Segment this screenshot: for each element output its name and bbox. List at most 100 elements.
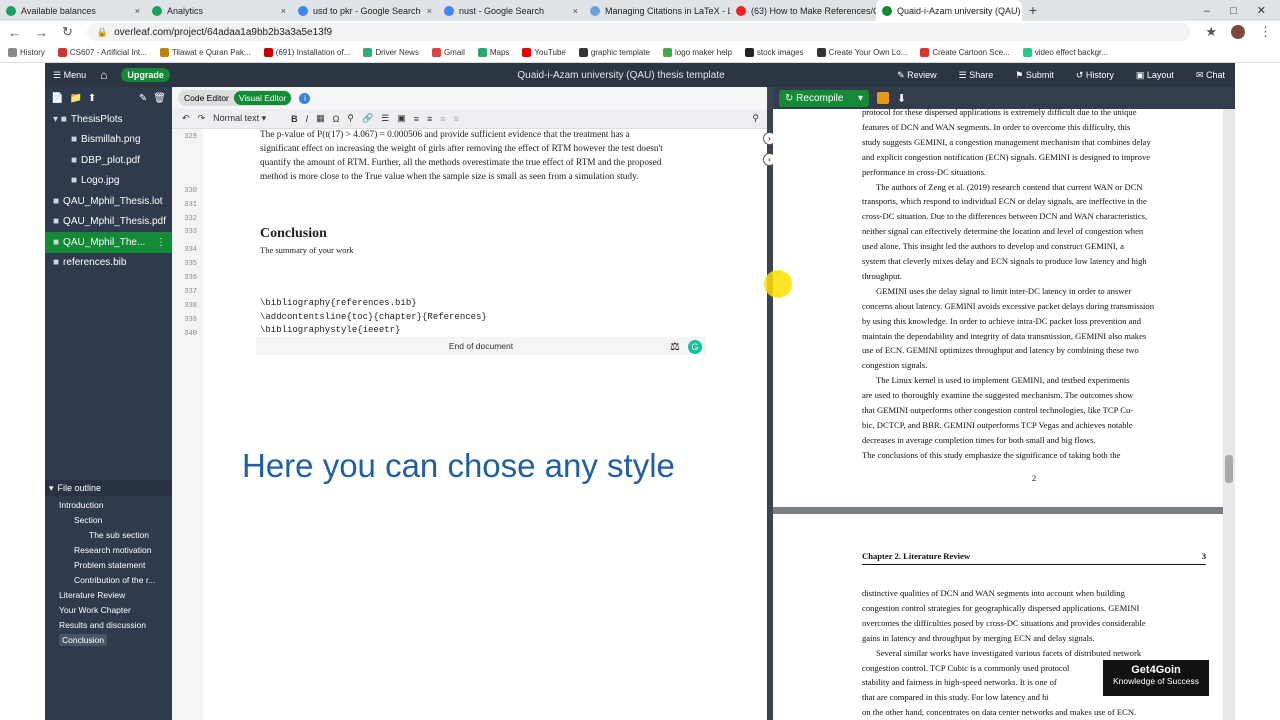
file-tree-item[interactable]: ▾ ■ ThesisPlots xyxy=(45,109,172,130)
outline-item[interactable]: Introduction xyxy=(45,498,172,513)
project-title[interactable]: Quaid-i-Azam university (QAU) thesis tem… xyxy=(345,70,897,81)
outline-item[interactable]: Your Work Chapter xyxy=(45,603,172,618)
profile-avatar[interactable] xyxy=(1231,25,1245,39)
close-window-icon[interactable]: ✕ xyxy=(1257,4,1266,17)
close-tab-icon[interactable]: × xyxy=(573,6,578,16)
new-folder-icon[interactable]: 📁 xyxy=(69,93,81,104)
extensions-icon[interactable]: ★ xyxy=(1205,24,1217,40)
numbered-list-icon[interactable]: ≡ xyxy=(427,114,432,124)
grammarly-icon[interactable]: G xyxy=(688,340,702,354)
scales-icon[interactable]: ⚖ xyxy=(670,340,680,353)
new-file-icon[interactable]: 📄 xyxy=(51,93,63,104)
bookmark-item[interactable]: Maps xyxy=(477,48,509,58)
bookmark-item[interactable]: CS607 - Artificial Int... xyxy=(57,48,147,58)
conclusion-summary[interactable]: The summary of your work xyxy=(260,245,353,255)
bookmark-item[interactable]: stock images xyxy=(744,48,804,58)
upgrade-button[interactable]: Upgrade xyxy=(121,68,170,82)
bookmark-item[interactable]: History xyxy=(8,48,45,58)
minimize-icon[interactable]: – xyxy=(1204,5,1210,17)
file-tree-item[interactable]: ■ Bismillah.png xyxy=(45,130,172,151)
maximize-icon[interactable]: □ xyxy=(1230,5,1237,17)
file-tree-item[interactable]: ■ QAU_Mphil_Thesis.lot xyxy=(45,191,172,212)
ref-icon[interactable]: ☰ xyxy=(381,113,389,124)
bookmark-item[interactable]: graphic template xyxy=(578,48,650,58)
close-tab-icon[interactable]: × xyxy=(135,6,140,16)
outline-item[interactable]: Literature Review xyxy=(45,588,172,603)
topbar-review-button[interactable]: ✎ Review xyxy=(897,70,937,81)
pdf-scrollbar[interactable] xyxy=(1223,109,1235,720)
file-options-icon[interactable]: ⋮ xyxy=(156,237,172,248)
logs-icon[interactable] xyxy=(877,92,889,104)
redo-icon[interactable]: ↷ xyxy=(198,113,206,124)
file-tree-item[interactable]: ■ DBP_plot.pdf xyxy=(45,150,172,171)
bookmark-item[interactable]: Driver News xyxy=(363,48,419,58)
outline-item[interactable]: Conclusion xyxy=(45,633,172,648)
symbol-icon[interactable]: Ω xyxy=(333,114,340,124)
topbar-layout-button[interactable]: ▣ Layout xyxy=(1136,70,1174,81)
undo-icon[interactable]: ↶ xyxy=(182,113,190,124)
visual-editor-toggle[interactable]: Visual Editor xyxy=(233,91,292,105)
bookmark-item[interactable]: video effect backgr... xyxy=(1022,48,1108,58)
insert-table-icon[interactable]: ▦ xyxy=(316,113,325,124)
pdf-viewer[interactable]: 2 protocol for these dispersed applicati… xyxy=(773,109,1235,720)
browser-tab[interactable]: Quaid-i-Azam university (QAU)× xyxy=(876,0,1022,21)
file-tree-item[interactable]: ■ references.bib xyxy=(45,253,172,274)
topbar-chat-button[interactable]: ✉ Chat xyxy=(1196,70,1225,81)
info-icon[interactable]: i xyxy=(299,92,311,104)
home-icon[interactable]: ⌂ xyxy=(100,68,107,82)
outline-item[interactable]: Section xyxy=(45,513,172,528)
file-outline-header[interactable]: ▾ File outline xyxy=(45,480,172,496)
bookmark-item[interactable]: (691) Installation of... xyxy=(263,48,350,58)
outdent-icon[interactable]: ≡ xyxy=(440,114,445,124)
italic-icon[interactable]: I xyxy=(306,114,309,124)
bullet-list-icon[interactable]: ≡ xyxy=(414,114,419,124)
close-tab-icon[interactable]: × xyxy=(427,6,432,16)
indent-icon[interactable]: ≡ xyxy=(454,114,459,124)
link-icon[interactable]: 🔗 xyxy=(362,113,373,124)
file-tree-item[interactable]: ■ QAU_Mphil_The... ⋮ xyxy=(45,232,172,253)
new-tab-icon[interactable]: + xyxy=(1022,0,1044,21)
bookmark-item[interactable]: Create Cartoon Sce... xyxy=(920,48,1010,58)
forward-icon[interactable]: → xyxy=(35,25,48,40)
file-tree-item[interactable]: ■ Logo.jpg xyxy=(45,171,172,192)
reload-icon[interactable]: ↻ xyxy=(62,24,73,40)
url-field[interactable]: 🔒 overleaf.com/project/64adaa1a9bb2b3a3a… xyxy=(86,23,1192,41)
conclusion-heading[interactable]: Conclusion xyxy=(260,226,327,242)
topbar-history-button[interactable]: ↺ History xyxy=(1076,70,1114,81)
bookmark-item[interactable]: Tilawat e Quran Pak... xyxy=(159,48,251,58)
download-pdf-icon[interactable]: ⬇ xyxy=(897,92,906,105)
browser-tab[interactable]: Analytics × xyxy=(146,0,292,21)
file-tree-item[interactable]: ■ QAU_Mphil_Thesis.pdf xyxy=(45,212,172,233)
outline-item[interactable]: Research motivation xyxy=(45,543,172,558)
browser-tab[interactable]: nust - Google Search × xyxy=(438,0,584,21)
bookmark-item[interactable]: YouTube xyxy=(522,48,566,58)
code-editor-toggle[interactable]: Code Editor xyxy=(179,91,234,105)
topbar-submit-button[interactable]: ⚑ Submit xyxy=(1015,70,1054,81)
bookmark-item[interactable]: logo maker help xyxy=(663,48,732,58)
rename-icon[interactable]: ✎ xyxy=(139,93,147,104)
outline-item[interactable]: Problem statement xyxy=(45,558,172,573)
bold-icon[interactable]: B xyxy=(291,114,298,124)
topbar-share-button[interactable]: ☰ Share xyxy=(959,70,994,81)
figure-icon[interactable]: ▣ xyxy=(397,113,406,124)
search-icon[interactable]: ⚲ xyxy=(752,113,759,124)
delete-icon[interactable]: 🗑 xyxy=(153,93,166,104)
bookmark-item[interactable]: Gmail xyxy=(431,48,465,58)
menu-button[interactable]: ☰ Menu xyxy=(53,70,86,81)
scrollbar-thumb[interactable] xyxy=(1225,455,1233,483)
back-icon[interactable]: ← xyxy=(8,25,21,40)
kebab-menu-icon[interactable]: ⋮ xyxy=(1259,24,1272,40)
upload-icon[interactable]: ⬆ xyxy=(88,93,96,104)
browser-tab[interactable]: (63) How to Make References/C× xyxy=(730,0,876,21)
outline-item[interactable]: Contribution of the r... xyxy=(45,573,172,588)
recompile-button[interactable]: ↻ Recompile ▾ xyxy=(779,89,869,107)
close-tab-icon[interactable]: × xyxy=(281,6,286,16)
outline-item[interactable]: Results and discussion xyxy=(45,618,172,633)
text-style-select[interactable]: Normal text ▾ xyxy=(213,113,283,124)
outline-item[interactable]: The sub section xyxy=(45,528,172,543)
browser-tab[interactable]: Managing Citations in LaTeX - L× xyxy=(584,0,730,21)
browser-tab[interactable]: Available balances × xyxy=(0,0,146,21)
bookmark-item[interactable]: Create Your Own Lo... xyxy=(816,48,907,58)
tag-icon[interactable]: ⚲ xyxy=(347,113,354,124)
browser-tab[interactable]: usd to pkr - Google Search × xyxy=(292,0,438,21)
